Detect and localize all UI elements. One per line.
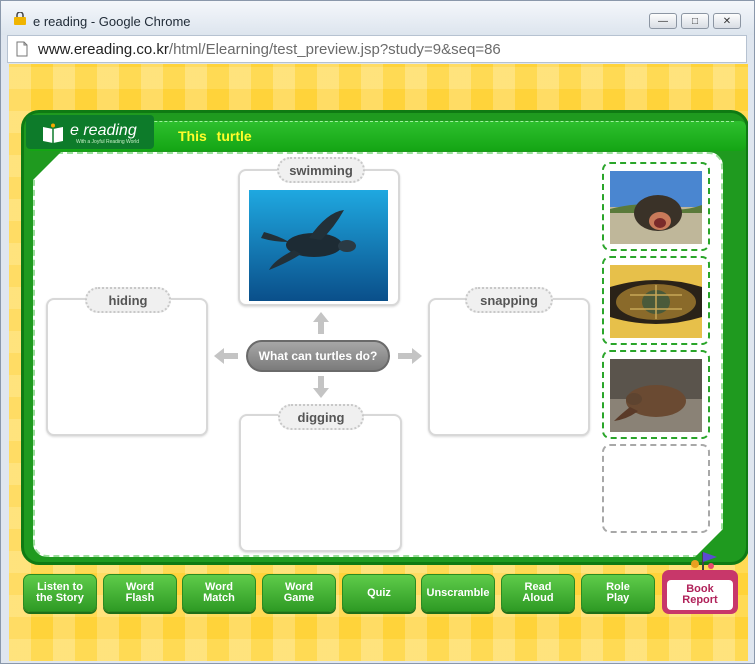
nav-word-game[interactable]: Word Game [262, 574, 336, 612]
page-icon [16, 41, 28, 57]
nav-label: Play [606, 592, 630, 604]
nav-label: Unscramble [426, 586, 490, 599]
nav-label: Match [203, 592, 235, 604]
image-slot-3[interactable] [602, 350, 710, 439]
book-report-label-box: Book Report [667, 580, 733, 610]
book-title: This turtle [178, 128, 252, 144]
close-button[interactable]: ✕ [713, 13, 741, 29]
close-icon: ✕ [722, 15, 732, 27]
window-title: e reading - Google Chrome [33, 14, 191, 29]
tag-swimming: swimming [277, 157, 365, 183]
image-slot-1[interactable] [602, 162, 710, 251]
card-hiding[interactable] [46, 298, 208, 436]
nav-label: Game [283, 592, 315, 604]
url-host: www.ereading.co.kr [38, 41, 169, 58]
url-text: www.ereading.co.kr/html/Elearning/test_p… [38, 41, 501, 58]
nav-quiz[interactable]: Quiz [342, 574, 416, 612]
center-question: What can turtles do? [246, 340, 390, 372]
open-book-icon [43, 123, 63, 143]
arrow-down-icon [313, 376, 329, 398]
nav-label: Flash [125, 592, 155, 604]
ereading-logo[interactable]: e reading With a Joyful Reading World [26, 115, 154, 149]
browser-window: e reading - Google Chrome — □ ✕ www.erea… [0, 0, 755, 664]
arrow-right-icon [398, 348, 422, 364]
tag-hiding: hiding [85, 287, 171, 313]
tag-snapping: snapping [465, 287, 553, 313]
turtle-swimming-photo [249, 190, 388, 301]
maximize-icon: □ [691, 15, 699, 27]
arrow-up-icon [313, 312, 329, 334]
image-slot-2[interactable] [602, 256, 710, 345]
turtle-snapping-photo[interactable] [610, 171, 702, 244]
page-content: e reading With a Joyful Reading World Th… [9, 64, 748, 661]
nav-word-match[interactable]: Word Match [182, 574, 256, 612]
card-swimming[interactable] [238, 169, 400, 306]
minimize-icon: — [658, 15, 668, 27]
nav-label: the Story [36, 592, 84, 604]
logo-text: e reading [70, 122, 137, 139]
arrow-left-icon [214, 348, 238, 364]
turtle-hiding-photo[interactable] [610, 265, 702, 338]
nav-label: Quiz [367, 586, 391, 599]
url-path: /html/Elearning/test_preview.jsp?study=9… [168, 41, 501, 58]
nav-label: Aloud [522, 592, 554, 604]
title-bar: e reading - Google Chrome — □ ✕ [1, 1, 754, 35]
book-report-button[interactable]: Book Report [662, 570, 738, 614]
maximize-button[interactable]: □ [681, 13, 709, 29]
ereading-favicon-icon [14, 12, 26, 25]
logo-tagline: With a Joyful Reading World [76, 139, 139, 145]
turtle-digging-photo[interactable] [610, 359, 702, 432]
nav-read-aloud[interactable]: Read Aloud [501, 574, 575, 612]
minimize-button[interactable]: — [649, 13, 677, 29]
corner-decoration-icon [33, 152, 61, 180]
nav-word-flash[interactable]: Word Flash [103, 574, 177, 612]
report-label: Report [682, 594, 718, 606]
nav-role-play[interactable]: Role Play [581, 574, 655, 612]
address-bar[interactable]: www.ereading.co.kr/html/Elearning/test_p… [7, 35, 747, 63]
nav-unscramble[interactable]: Unscramble [421, 574, 495, 612]
card-digging[interactable] [239, 414, 402, 552]
tag-digging: digging [278, 404, 364, 430]
card-snapping[interactable] [428, 298, 590, 436]
image-slot-4-empty[interactable] [602, 444, 710, 533]
nav-listen-to-the-story[interactable]: Listen to the Story [23, 574, 97, 612]
